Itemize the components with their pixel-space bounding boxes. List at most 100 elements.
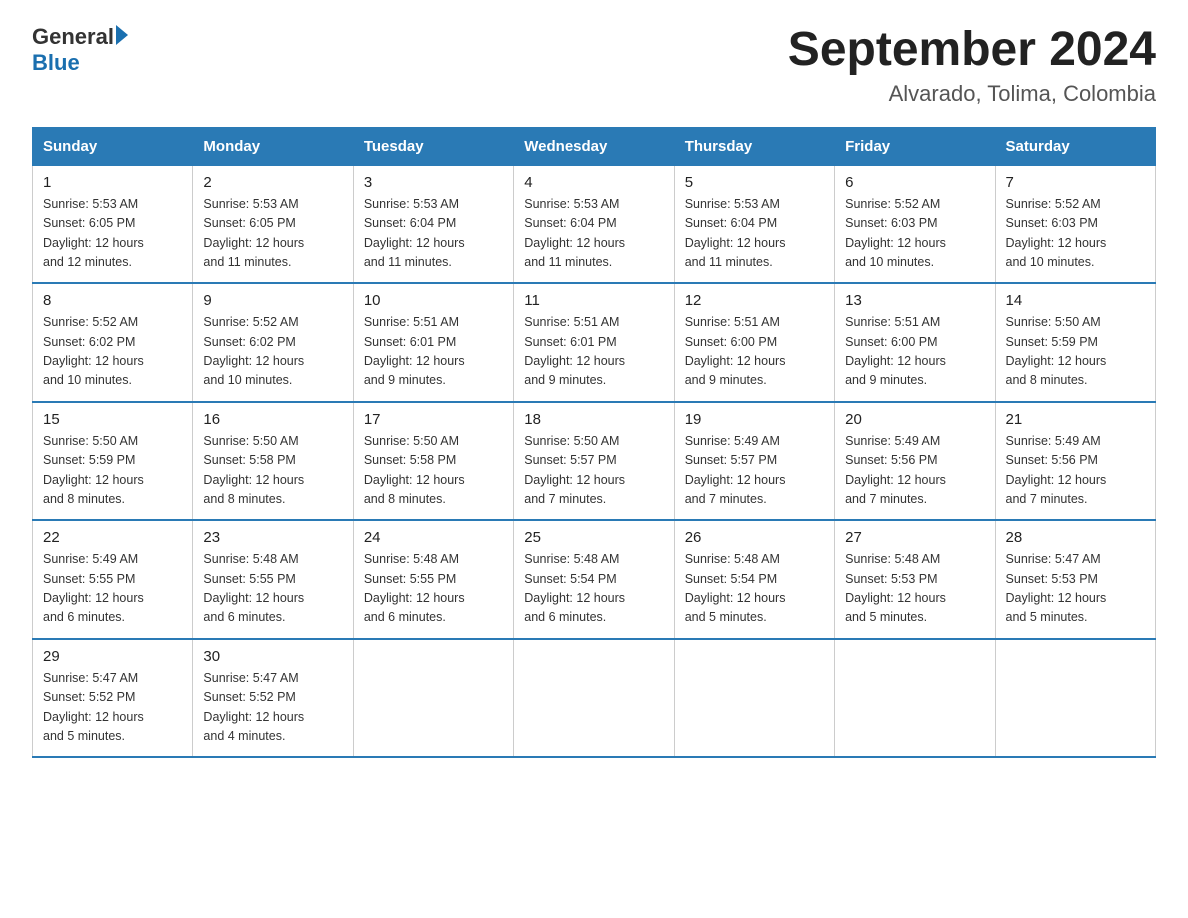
day-header-saturday: Saturday bbox=[995, 127, 1155, 165]
calendar-cell: 12 Sunrise: 5:51 AMSunset: 6:00 PMDayligh… bbox=[674, 283, 834, 402]
calendar-cell: 2 Sunrise: 5:53 AMSunset: 6:05 PMDaylight… bbox=[193, 165, 353, 283]
day-info: Sunrise: 5:53 AMSunset: 6:04 PMDaylight:… bbox=[685, 195, 824, 273]
calendar-cell: 16 Sunrise: 5:50 AMSunset: 5:58 PMDayligh… bbox=[193, 402, 353, 521]
day-header-friday: Friday bbox=[835, 127, 995, 165]
day-number: 29 bbox=[43, 648, 182, 665]
day-number: 27 bbox=[845, 529, 984, 546]
calendar-cell: 7 Sunrise: 5:52 AMSunset: 6:03 PMDaylight… bbox=[995, 165, 1155, 283]
day-number: 17 bbox=[364, 411, 503, 428]
logo: General Blue bbox=[32, 24, 128, 76]
calendar-title: September 2024 bbox=[788, 24, 1156, 77]
calendar-cell: 1 Sunrise: 5:53 AMSunset: 6:05 PMDaylight… bbox=[33, 165, 193, 283]
calendar-cell: 24 Sunrise: 5:48 AMSunset: 5:55 PMDayligh… bbox=[353, 520, 513, 639]
day-number: 21 bbox=[1006, 411, 1145, 428]
calendar-subtitle: Alvarado, Tolima, Colombia bbox=[788, 81, 1156, 107]
calendar-cell: 18Sunrise: 5:50 AMSunset: 5:57 PMDayligh… bbox=[514, 402, 674, 521]
day-number: 28 bbox=[1006, 529, 1145, 546]
day-info: Sunrise: 5:53 AMSunset: 6:04 PMDaylight:… bbox=[364, 195, 503, 273]
calendar-cell bbox=[674, 639, 834, 758]
calendar-cell bbox=[353, 639, 513, 758]
calendar-cell: 6 Sunrise: 5:52 AMSunset: 6:03 PMDaylight… bbox=[835, 165, 995, 283]
title-section: September 2024 Alvarado, Tolima, Colombi… bbox=[788, 24, 1156, 107]
day-number: 10 bbox=[364, 292, 503, 309]
day-number: 6 bbox=[845, 174, 984, 191]
day-number: 19 bbox=[685, 411, 824, 428]
day-info: Sunrise: 5:53 AMSunset: 6:04 PMDaylight:… bbox=[524, 195, 663, 273]
calendar-cell: 10 Sunrise: 5:51 AMSunset: 6:01 PMDayligh… bbox=[353, 283, 513, 402]
day-number: 24 bbox=[364, 529, 503, 546]
day-number: 20 bbox=[845, 411, 984, 428]
calendar-cell: 23 Sunrise: 5:48 AMSunset: 5:55 PMDayligh… bbox=[193, 520, 353, 639]
logo-general: General bbox=[32, 24, 114, 50]
calendar-cell: 26 Sunrise: 5:48 AMSunset: 5:54 PMDayligh… bbox=[674, 520, 834, 639]
day-info: Sunrise: 5:48 AMSunset: 5:55 PMDaylight:… bbox=[203, 550, 342, 628]
day-info: Sunrise: 5:52 AMSunset: 6:02 PMDaylight:… bbox=[43, 313, 182, 391]
calendar-cell: 11 Sunrise: 5:51 AMSunset: 6:01 PMDayligh… bbox=[514, 283, 674, 402]
day-info: Sunrise: 5:49 AMSunset: 5:56 PMDaylight:… bbox=[1006, 432, 1145, 510]
day-info: Sunrise: 5:48 AMSunset: 5:54 PMDaylight:… bbox=[685, 550, 824, 628]
day-info: Sunrise: 5:51 AMSunset: 6:01 PMDaylight:… bbox=[364, 313, 503, 391]
calendar-cell: 3 Sunrise: 5:53 AMSunset: 6:04 PMDaylight… bbox=[353, 165, 513, 283]
day-info: Sunrise: 5:52 AMSunset: 6:02 PMDaylight:… bbox=[203, 313, 342, 391]
day-info: Sunrise: 5:51 AMSunset: 6:01 PMDaylight:… bbox=[524, 313, 663, 391]
week-row-4: 22 Sunrise: 5:49 AMSunset: 5:55 PMDayligh… bbox=[33, 520, 1156, 639]
calendar-cell: 9 Sunrise: 5:52 AMSunset: 6:02 PMDaylight… bbox=[193, 283, 353, 402]
day-info: Sunrise: 5:48 AMSunset: 5:53 PMDaylight:… bbox=[845, 550, 984, 628]
calendar-cell: 29 Sunrise: 5:47 AMSunset: 5:52 PMDayligh… bbox=[33, 639, 193, 758]
day-info: Sunrise: 5:52 AMSunset: 6:03 PMDaylight:… bbox=[845, 195, 984, 273]
day-info: Sunrise: 5:53 AMSunset: 6:05 PMDaylight:… bbox=[203, 195, 342, 273]
day-number: 14 bbox=[1006, 292, 1145, 309]
day-info: Sunrise: 5:49 AMSunset: 5:55 PMDaylight:… bbox=[43, 550, 182, 628]
day-info: Sunrise: 5:52 AMSunset: 6:03 PMDaylight:… bbox=[1006, 195, 1145, 273]
day-info: Sunrise: 5:50 AMSunset: 5:59 PMDaylight:… bbox=[1006, 313, 1145, 391]
day-number: 8 bbox=[43, 292, 182, 309]
day-info: Sunrise: 5:47 AMSunset: 5:52 PMDaylight:… bbox=[43, 669, 182, 747]
day-number: 13 bbox=[845, 292, 984, 309]
days-header-row: SundayMondayTuesdayWednesdayThursdayFrid… bbox=[33, 127, 1156, 165]
day-number: 5 bbox=[685, 174, 824, 191]
top-section: General Blue September 2024 Alvarado, To… bbox=[32, 24, 1156, 107]
day-header-thursday: Thursday bbox=[674, 127, 834, 165]
calendar-cell: 4Sunrise: 5:53 AMSunset: 6:04 PMDaylight… bbox=[514, 165, 674, 283]
calendar-cell: 19 Sunrise: 5:49 AMSunset: 5:57 PMDayligh… bbox=[674, 402, 834, 521]
calendar-cell: 25Sunrise: 5:48 AMSunset: 5:54 PMDayligh… bbox=[514, 520, 674, 639]
day-info: Sunrise: 5:47 AMSunset: 5:52 PMDaylight:… bbox=[203, 669, 342, 747]
calendar-cell: 5 Sunrise: 5:53 AMSunset: 6:04 PMDaylight… bbox=[674, 165, 834, 283]
day-number: 1 bbox=[43, 174, 182, 191]
calendar-cell bbox=[995, 639, 1155, 758]
day-number: 9 bbox=[203, 292, 342, 309]
day-header-monday: Monday bbox=[193, 127, 353, 165]
day-info: Sunrise: 5:50 AMSunset: 5:59 PMDaylight:… bbox=[43, 432, 182, 510]
day-number: 15 bbox=[43, 411, 182, 428]
day-info: Sunrise: 5:47 AMSunset: 5:53 PMDaylight:… bbox=[1006, 550, 1145, 628]
logo-arrow-icon bbox=[116, 25, 128, 45]
day-info: Sunrise: 5:53 AMSunset: 6:05 PMDaylight:… bbox=[43, 195, 182, 273]
day-info: Sunrise: 5:50 AMSunset: 5:58 PMDaylight:… bbox=[203, 432, 342, 510]
day-number: 11 bbox=[524, 292, 663, 309]
day-header-sunday: Sunday bbox=[33, 127, 193, 165]
day-info: Sunrise: 5:50 AMSunset: 5:57 PMDaylight:… bbox=[524, 432, 663, 510]
calendar-cell: 28 Sunrise: 5:47 AMSunset: 5:53 PMDayligh… bbox=[995, 520, 1155, 639]
week-row-5: 29 Sunrise: 5:47 AMSunset: 5:52 PMDayligh… bbox=[33, 639, 1156, 758]
day-number: 3 bbox=[364, 174, 503, 191]
day-number: 12 bbox=[685, 292, 824, 309]
day-info: Sunrise: 5:48 AMSunset: 5:55 PMDaylight:… bbox=[364, 550, 503, 628]
calendar-cell: 14 Sunrise: 5:50 AMSunset: 5:59 PMDayligh… bbox=[995, 283, 1155, 402]
day-number: 7 bbox=[1006, 174, 1145, 191]
day-number: 16 bbox=[203, 411, 342, 428]
day-number: 22 bbox=[43, 529, 182, 546]
day-number: 23 bbox=[203, 529, 342, 546]
day-number: 30 bbox=[203, 648, 342, 665]
day-info: Sunrise: 5:49 AMSunset: 5:56 PMDaylight:… bbox=[845, 432, 984, 510]
day-info: Sunrise: 5:51 AMSunset: 6:00 PMDaylight:… bbox=[845, 313, 984, 391]
day-info: Sunrise: 5:51 AMSunset: 6:00 PMDaylight:… bbox=[685, 313, 824, 391]
day-number: 26 bbox=[685, 529, 824, 546]
day-info: Sunrise: 5:49 AMSunset: 5:57 PMDaylight:… bbox=[685, 432, 824, 510]
day-number: 2 bbox=[203, 174, 342, 191]
day-header-wednesday: Wednesday bbox=[514, 127, 674, 165]
calendar-cell: 17Sunrise: 5:50 AMSunset: 5:58 PMDayligh… bbox=[353, 402, 513, 521]
calendar-cell: 27 Sunrise: 5:48 AMSunset: 5:53 PMDayligh… bbox=[835, 520, 995, 639]
day-number: 25 bbox=[524, 529, 663, 546]
calendar-cell: 21 Sunrise: 5:49 AMSunset: 5:56 PMDayligh… bbox=[995, 402, 1155, 521]
calendar-cell: 20 Sunrise: 5:49 AMSunset: 5:56 PMDayligh… bbox=[835, 402, 995, 521]
